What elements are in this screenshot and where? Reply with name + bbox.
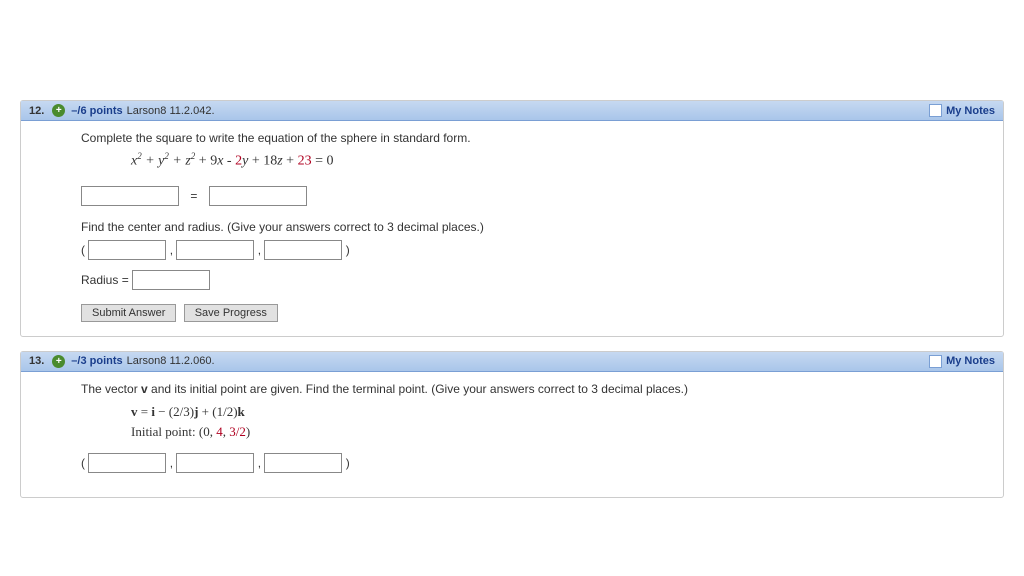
tp-z-input[interactable] <box>264 453 342 473</box>
center-y-input[interactable] <box>176 240 254 260</box>
mynotes-link[interactable]: My Notes <box>946 355 995 367</box>
question-header: 12. + –/6 points Larson8 11.2.042. My No… <box>21 101 1003 121</box>
submit-button[interactable]: Submit Answer <box>81 304 176 322</box>
center-z-input[interactable] <box>264 240 342 260</box>
expand-icon[interactable]: + <box>52 355 65 368</box>
prompt-text: Complete the square to write the equatio… <box>81 131 987 145</box>
lhs-input[interactable] <box>81 186 179 206</box>
radius-row: Radius = <box>81 270 987 290</box>
radius-input[interactable] <box>132 270 210 290</box>
equation: x2 + y2 + z2 + 9x - 2y + 18z + 23 = 0 <box>81 151 987 170</box>
mynotes-checkbox[interactable] <box>929 104 942 117</box>
question-ref: Larson8 11.2.042. <box>127 105 215 117</box>
radius-label: Radius = <box>81 273 129 287</box>
center-radius-prompt: Find the center and radius. (Give your a… <box>81 220 987 234</box>
mynotes-link[interactable]: My Notes <box>946 105 995 117</box>
terminal-point-row: ( , , ) <box>81 453 987 473</box>
rhs-input[interactable] <box>209 186 307 206</box>
center-x-input[interactable] <box>88 240 166 260</box>
points-label: –/3 points <box>71 355 122 367</box>
question-13: 13. + –/3 points Larson8 11.2.060. My No… <box>20 351 1004 499</box>
equals-sign: = <box>190 189 197 203</box>
question-number: 13. <box>29 355 44 367</box>
question-ref: Larson8 11.2.060. <box>127 355 215 367</box>
mynotes-checkbox[interactable] <box>929 355 942 368</box>
vector-block: v = i − (2/3)j + (1/2)k Initial point: (… <box>81 402 987 444</box>
points-label: –/6 points <box>71 105 122 117</box>
center-row: ( , , ) <box>81 240 987 260</box>
question-number: 12. <box>29 105 44 117</box>
save-button[interactable]: Save Progress <box>184 304 278 322</box>
tp-y-input[interactable] <box>176 453 254 473</box>
question-12: 12. + –/6 points Larson8 11.2.042. My No… <box>20 100 1004 337</box>
tp-x-input[interactable] <box>88 453 166 473</box>
question-header: 13. + –/3 points Larson8 11.2.060. My No… <box>21 352 1003 372</box>
prompt-text: The vector v and its initial point are g… <box>81 382 987 396</box>
standard-form-row: = <box>81 186 987 206</box>
expand-icon[interactable]: + <box>52 104 65 117</box>
